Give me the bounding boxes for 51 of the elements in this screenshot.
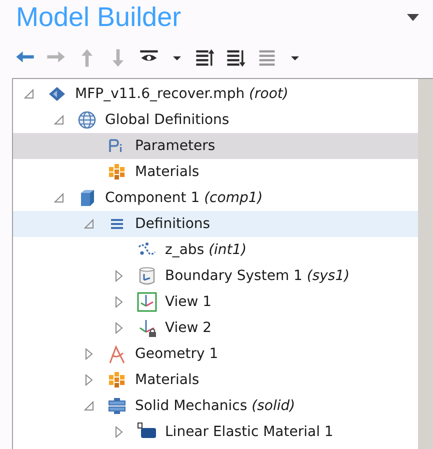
tree-item-label: Materials <box>135 164 200 180</box>
tree-item-label: Global Definitions <box>105 112 230 128</box>
tree-item[interactable]: Solid Mechanics (solid) <box>13 393 418 419</box>
tree-item-label: Materials <box>135 372 200 388</box>
root-icon <box>47 84 67 104</box>
tree-item-label: Component 1 (comp1) <box>105 190 263 206</box>
tree-item-label: Solid Mechanics (solid) <box>135 398 296 414</box>
tree-item[interactable]: View 1 <box>13 289 418 315</box>
collapsed-triangle-icon[interactable] <box>83 348 95 360</box>
tree-item[interactable]: Geometry 1 <box>13 341 418 367</box>
tree-item[interactable]: Linear Elastic Material 1 <box>13 419 418 445</box>
materials-icon <box>107 162 127 182</box>
tree-item[interactable]: Materials <box>13 367 418 393</box>
tree-item[interactable]: z_abs (int1) <box>13 237 418 263</box>
tree-item[interactable]: Definitions <box>13 211 418 237</box>
solid-icon <box>107 396 127 416</box>
tree-item[interactable]: View 2 <box>13 315 418 341</box>
panel-title: Model Builder <box>16 2 182 33</box>
globe-icon <box>77 110 97 130</box>
tree-item[interactable]: Parameters <box>13 133 418 159</box>
collapsed-triangle-icon[interactable] <box>113 426 125 438</box>
expanded-triangle-icon[interactable] <box>53 114 65 126</box>
tree-item-label: View 1 <box>165 294 212 310</box>
collapsed-triangle-icon[interactable] <box>113 322 125 334</box>
tree-item-label: Linear Elastic Material 1 <box>165 424 334 440</box>
collapsed-triangle-icon[interactable] <box>113 296 125 308</box>
expanded-triangle-icon[interactable] <box>83 218 95 230</box>
tree-item-label: Geometry 1 <box>135 346 218 362</box>
tree-item-label: View 2 <box>165 320 212 336</box>
dropdown-caret-icon[interactable] <box>407 14 419 22</box>
tree-item-label: Parameters <box>135 138 216 154</box>
boundary-icon <box>137 266 157 286</box>
materials-icon <box>107 370 127 390</box>
tree-item-label: Definitions <box>135 216 210 232</box>
tree-item-label: MFP_v11.6_recover.mph (root) <box>75 86 288 102</box>
tree-item-label: z_abs (int1) <box>165 242 247 258</box>
tree-item[interactable]: Boundary System 1 (sys1) <box>13 263 418 289</box>
tree-item[interactable]: Component 1 (comp1) <box>13 185 418 211</box>
collapsed-triangle-icon[interactable] <box>113 270 125 282</box>
tree-item[interactable]: MFP_v11.6_recover.mph (root) <box>13 81 418 107</box>
tree-item[interactable]: Materials <box>13 159 418 185</box>
expanded-triangle-icon[interactable] <box>83 400 95 412</box>
geometry-icon <box>107 344 127 364</box>
tree-item-label: Boundary System 1 (sys1) <box>165 268 350 284</box>
view-icon <box>137 292 157 312</box>
view-locked-icon <box>137 318 157 338</box>
expanded-triangle-icon[interactable] <box>53 192 65 204</box>
tree-item[interactable]: Global Definitions <box>13 107 418 133</box>
scrollbar[interactable] <box>418 79 433 449</box>
collapsed-triangle-icon[interactable] <box>83 374 95 386</box>
expanded-triangle-icon[interactable] <box>23 88 35 100</box>
